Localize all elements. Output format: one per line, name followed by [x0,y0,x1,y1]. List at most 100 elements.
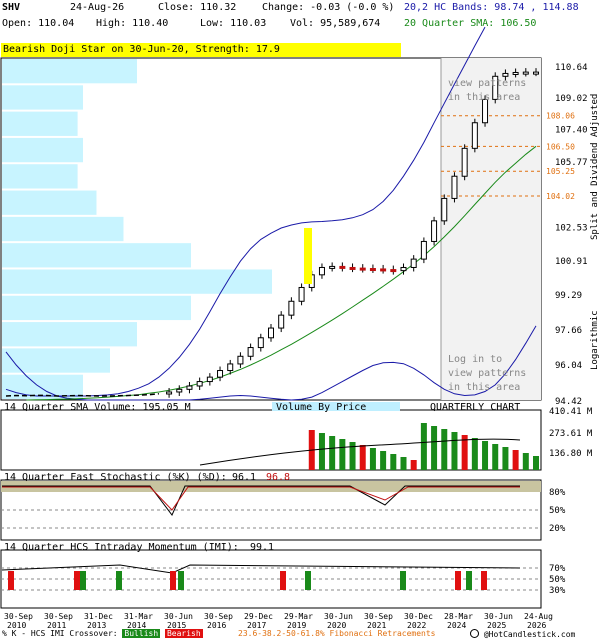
x-axis-date-label: 30-Jun [164,612,193,621]
crossover-bar [305,571,311,590]
volume-by-price-label: Volume By Price [276,402,366,413]
stoch-tick-3: 20% [549,524,566,534]
volume-bar [359,445,366,470]
overlay-text-top-1: view patterns [448,78,526,89]
fibonacci-label: 106.50 [546,142,575,151]
stoch-tick-1: 80% [549,488,566,498]
crossover-bars [8,571,487,590]
fibonacci-label: 108.06 [546,112,575,121]
volume-bar [522,453,529,470]
volume-by-price-bar [2,111,78,136]
candle-body [339,265,346,269]
volume-bars [199,423,539,470]
candle-body [318,266,325,276]
bullish-badge: Bullish [122,629,161,638]
volume-by-price-bar [2,137,83,163]
x-axis-date-label: 30-Jun [324,612,353,621]
volume-bar [420,423,427,470]
x-axis-date-label: 29-Mar [284,612,313,621]
candle-body [380,268,387,272]
crossover-bar [280,571,286,590]
price-tick-label: 100.91 [555,257,588,267]
crossover-bar [8,571,14,590]
stoch-tick-2: 50% [549,506,566,516]
imi-tick-1: 70% [549,564,566,574]
candle-body [329,265,336,269]
volume-bar [431,426,438,470]
price-tick-label: 109.02 [555,94,588,104]
candle-body [359,267,366,271]
price-tick-label: 107.40 [555,126,588,136]
volume-by-price [2,59,272,399]
momentum-value: 99.1 [250,542,274,553]
stochastic-k-value: 96.1 [232,472,256,483]
crossover-bar [455,571,461,590]
crossover-bar [178,571,184,590]
x-axis-date-label: 28-Mar [444,612,473,621]
volume-by-price-bar [2,164,78,189]
x-axis-year-label: 2024 [447,621,466,630]
price-tick-label: 110.64 [555,63,588,73]
candle-body [471,122,478,149]
copyright-icon [470,629,479,638]
fibonacci-label: 105.25 [546,167,575,176]
crossover-bar [80,571,86,590]
price-tick-label: 99.29 [555,291,582,301]
footer-legend-text: % K - HCS IMI Crossover: [2,629,118,638]
x-axis-date-label: 24-Aug [524,612,553,621]
x-axis-year-label: 2016 [207,621,226,630]
candle-body [533,71,539,75]
stochastic-title: 14 Quarter Fast Stochastic (%K) (%D): [4,472,227,483]
candle-body [196,381,203,387]
candle-body [369,268,376,272]
overlay-text-bottom-3: in this area [448,382,520,393]
x-axis-date-label: 30-Sep [44,612,73,621]
quarterly-chart-label: QUARTERLY CHART [430,402,520,413]
volume-panel-title: 14 Quarter SMA Volume: 195.05 M [4,402,191,413]
x-axis-date-label: 29-Dec [244,612,273,621]
crossover-bar [74,571,80,590]
momentum-title: 14 Quarter HCS Intraday Momentum (IMI): [4,542,239,553]
x-axis-date-label: 30-Sep [4,612,33,621]
volume-by-price-bar [2,216,124,242]
volume-bar [369,448,376,470]
volume-by-price-bar [2,85,83,110]
x-axis-date-label: 30-Sep [204,612,233,621]
candle-body [502,72,509,77]
imi-tick-3: 30% [549,586,566,596]
candle-body [227,363,234,372]
volume-bar [339,439,346,470]
candle-body [522,71,529,75]
candle-body [278,314,285,329]
crossover-bar [400,571,406,590]
crossover-bar [466,571,472,590]
x-axis-date-label: 30-Jun [484,612,513,621]
copyright[interactable]: @HotCandlestick.com [470,629,575,639]
fibonacci-legend: 23.6-38.2-50-61.8% Fibonacci Retracement… [238,629,436,638]
candle-body [461,147,468,177]
candle-body [349,266,356,270]
volume-by-price-bar [2,243,191,268]
candle-body [512,71,519,75]
volume-bar [380,451,387,470]
volume-bar [318,433,325,470]
candle-body [431,220,438,242]
price-tick-label: 94.42 [555,397,582,407]
imi-tick-2: 50% [549,575,566,585]
crossover-bar [170,571,176,590]
candle-body [217,370,224,378]
candle-body [166,391,173,395]
volume-bar [441,429,448,470]
pattern-overlay-area[interactable] [441,58,541,400]
volume-bar [533,456,539,470]
doji-highlight [304,228,312,284]
crossover-bar [116,571,122,590]
price-tick-label: 97.66 [555,326,582,336]
stochastic-d-value: 96.8 [266,472,290,483]
x-axis-date-label: 30-Sep [364,612,393,621]
candle-body [441,197,448,222]
x-axis-date-label: 31-Mar [124,612,153,621]
overlay-text-top-2: in this area [448,92,520,103]
volume-by-price-bar [2,269,272,294]
footer-legend: % K - HCS IMI Crossover: Bullish Bearish [2,629,203,638]
